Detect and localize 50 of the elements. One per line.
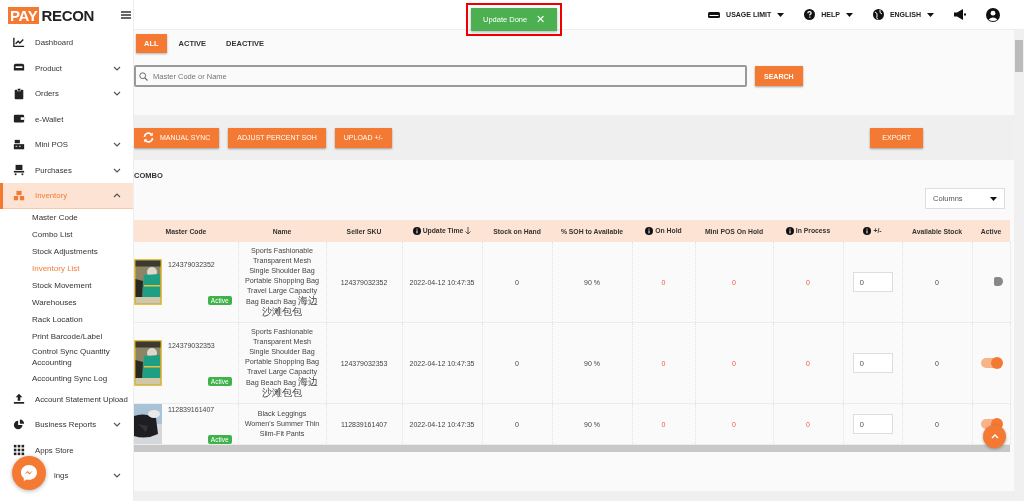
collapse-chevron-icon bbox=[113, 193, 121, 199]
expand-chevron-icon bbox=[113, 142, 121, 148]
user-icon[interactable] bbox=[986, 7, 1000, 22]
chat-button[interactable] bbox=[12, 456, 46, 490]
submenu-item[interactable]: Warehouses bbox=[0, 293, 133, 311]
adjust-input[interactable]: 0 bbox=[852, 414, 893, 434]
caret-icon bbox=[845, 12, 853, 17]
adjust-input[interactable]: 0 bbox=[852, 353, 893, 373]
sync-icon bbox=[143, 132, 154, 143]
caret-icon bbox=[777, 12, 785, 17]
expand-chevron-icon bbox=[113, 65, 121, 71]
submenu-item[interactable]: Accounting Sync Log bbox=[0, 369, 133, 387]
pallet-icon bbox=[13, 164, 25, 177]
expand-chevron-icon bbox=[113, 167, 121, 173]
caret-icon bbox=[927, 12, 934, 17]
submenu-item[interactable]: Print Barcode/Label bbox=[0, 327, 133, 345]
chart-icon bbox=[13, 36, 25, 49]
menu-icon[interactable] bbox=[121, 11, 132, 19]
dropdown-caret-icon bbox=[990, 196, 997, 201]
boxes-icon bbox=[13, 189, 25, 202]
info-icon[interactable] bbox=[645, 226, 654, 235]
globe-icon bbox=[872, 9, 884, 20]
submenu-item[interactable]: Master Code bbox=[0, 208, 133, 226]
submenu-item[interactable]: Combo List bbox=[0, 225, 133, 243]
clipboard-icon bbox=[13, 87, 25, 100]
search-icon bbox=[139, 72, 148, 81]
submenu-item[interactable]: Stock Movement bbox=[0, 276, 133, 294]
expand-chevron-icon bbox=[113, 91, 121, 97]
upload-icon bbox=[13, 393, 25, 406]
help-icon bbox=[804, 9, 816, 20]
chevron-up-icon bbox=[990, 434, 999, 439]
active-toggle[interactable] bbox=[981, 357, 1001, 368]
adjust-input[interactable]: 0 bbox=[852, 272, 893, 292]
storage-icon bbox=[708, 10, 721, 19]
submenu-item[interactable]: Stock Adjustments bbox=[0, 242, 133, 260]
cash-register-icon bbox=[13, 138, 25, 151]
info-icon[interactable] bbox=[412, 226, 421, 235]
submenu-item[interactable]: Control Sync Quantity Accounting bbox=[0, 344, 133, 370]
expand-chevron-icon bbox=[113, 473, 121, 479]
info-icon[interactable] bbox=[785, 226, 794, 235]
grid-icon bbox=[13, 444, 25, 457]
submenu-item[interactable]: Rack Location bbox=[0, 310, 133, 328]
pie-chart-icon bbox=[13, 418, 25, 431]
sort-arrow-icon[interactable] bbox=[465, 226, 472, 235]
horizontal-scrollbar[interactable] bbox=[134, 445, 1010, 452]
info-icon[interactable] bbox=[863, 226, 872, 235]
messenger-icon bbox=[20, 464, 38, 482]
expand-chevron-icon bbox=[113, 422, 121, 428]
megaphone-icon[interactable] bbox=[954, 9, 966, 20]
logo[interactable]: PAY RECON bbox=[8, 6, 95, 24]
